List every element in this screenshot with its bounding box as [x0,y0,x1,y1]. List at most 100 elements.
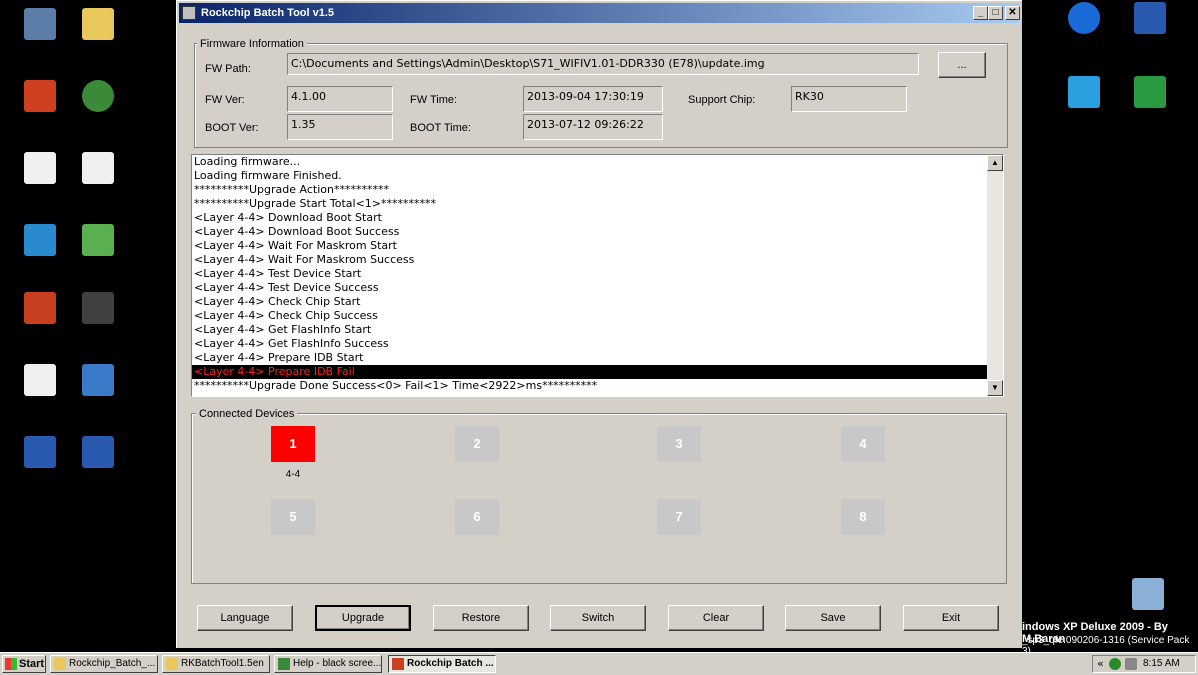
tray-expand-chevron[interactable]: « [1097,657,1104,670]
desktop-icon-label: gta_sa [58,186,95,199]
system-tray: « 8:15 AM [1092,655,1196,673]
folder-icon [54,658,66,670]
upgrade-button[interactable]: Upgrade [315,605,411,631]
scroll-down-arrow-icon[interactable]: ▼ [987,380,1003,396]
taskbar-task[interactable]: Rockchip_Batch_... [50,655,158,673]
firmware-info-label: Firmware Information [197,38,307,50]
minimize-button[interactable]: _ [973,6,988,20]
desktop-icon-label: Frozen Throne [58,326,136,339]
file-icon [82,436,114,468]
log-line[interactable]: <Layer 4-4> Get FlashInfo Start [192,323,1003,337]
language-button[interactable]: Language [197,605,293,631]
clear-button[interactable]: Clear [668,605,764,631]
defrag-icon [1068,76,1100,108]
log-line[interactable]: Loading firmware... [192,155,1003,169]
log-line[interactable]: <Layer 4-4> Test Device Start [192,267,1003,281]
device-slot-4[interactable]: 4 [841,426,885,462]
fw-time-label: FW Time: [410,94,458,106]
device-slot-6[interactable]: 6 [455,499,499,535]
log-line[interactable]: <Layer 4-4> Download Boot Success [192,225,1003,239]
chrome-icon [82,80,114,112]
desktop-icon-l11[interactable]: S71_WIFIV... (E78) [58,364,138,421]
title-bar[interactable]: Rockchip Batch Tool v1.5 _ □ ✕ [179,3,1020,23]
log-line[interactable]: Loading firmware Finished. [192,169,1003,183]
idm-icon [24,224,56,256]
device-slot-5[interactable]: 5 [271,499,315,535]
fw-ver-field: 4.1.00 [287,86,393,112]
file-icon [24,436,56,468]
clock[interactable]: 8:15 AM [1143,658,1180,669]
desktop-icon-label: My Documents [66,42,130,66]
taskbar-task-label: Rockchip Batch ... [407,658,494,669]
desktop-icon-label: IObit Malware Fighter [1112,110,1188,134]
desktop-icon-r1[interactable]: www [1110,2,1190,48]
desktop-icon-l7[interactable]: Start BlueStacks [58,224,138,281]
desktop-icon-l3[interactable]: Google Chrome [58,80,138,137]
log-line[interactable]: <Layer 4-4> Prepare IDB Fail [192,365,1003,379]
shield-icon[interactable] [1109,658,1121,670]
fw-path-label: FW Path: [205,63,251,75]
device-port-label: 4-4 [285,469,301,480]
fw-ver-label: FW Ver: [205,94,245,106]
exit-button[interactable]: Exit [903,605,999,631]
windows-flag-icon [5,658,17,670]
document-icon [24,364,56,396]
device-slot-3[interactable]: 3 [657,426,701,462]
close-button[interactable]: ✕ [1005,6,1020,20]
window-icon [82,152,114,184]
bluestacks-icon [82,224,114,256]
desktop-icon-r4[interactable]: Recycle Bin [1108,578,1188,624]
taskbar-task[interactable]: RKBatchTool1.5en [162,655,270,673]
maximize-button[interactable]: □ [988,6,1003,20]
save-button[interactable]: Save [785,605,881,631]
malware-fighter-icon [1134,76,1166,108]
app-icon [182,6,196,20]
app-icon [392,658,404,670]
device-slot-7[interactable]: 7 [657,499,701,535]
log-line[interactable]: **********Upgrade Done Success<0> Fail<1… [192,379,1003,393]
log-line[interactable]: <Layer 4-4> Check Chip Start [192,295,1003,309]
switch-button[interactable]: Switch [550,605,646,631]
device-slot-8[interactable]: 8 [841,499,885,535]
file-icon [1134,2,1166,34]
folder-icon [166,658,178,670]
log-scrollbar[interactable]: ▲ ▼ [987,155,1003,396]
log-line[interactable]: <Layer 4-4> Prepare IDB Start [192,351,1003,365]
taskbar-task-label: Help - black scree... [293,658,382,669]
scroll-up-arrow-icon[interactable]: ▲ [987,155,1003,171]
desktop-icon-l5[interactable]: gta_sa [58,152,138,198]
desktop-icon-label: 1 [0,398,7,411]
log-line[interactable]: <Layer 4-4> Wait For Maskrom Start [192,239,1003,253]
archive-icon [82,364,114,396]
log-line[interactable]: <Layer 4-4> Test Device Success [192,281,1003,295]
log-line[interactable]: <Layer 4-4> Download Boot Start [192,211,1003,225]
boot-time-label: BOOT Time: [410,122,471,134]
log-line[interactable]: **********Upgrade Start Total<1>********… [192,197,1003,211]
desktop-icon-l13[interactable]: Rockusb_v3.5 [58,436,138,482]
start-button[interactable]: Start [2,655,46,673]
device-slot-2[interactable]: 2 [455,426,499,462]
desktop-icon-label: Google Chrome [76,114,120,138]
support-chip-label: Support Chip: [688,94,756,106]
restore-button[interactable]: Restore [433,605,529,631]
log-line[interactable]: <Layer 4-4> Wait For Maskrom Success [192,253,1003,267]
desktop-icon-label: www [1110,36,1137,49]
log-output[interactable]: Loading firmware... Loading firmware Fini… [191,154,1004,397]
volume-icon[interactable] [1125,658,1137,670]
taskbar-task[interactable]: Rockchip Batch ... [388,655,496,673]
support-chip-field: RK30 [791,86,907,112]
log-line[interactable]: **********Upgrade Action********** [192,183,1003,197]
window-title: Rockchip Batch Tool v1.5 [201,7,335,19]
fw-path-field[interactable]: C:\Documents and Settings\Admin\Desktop\… [287,53,919,75]
log-line[interactable]: <Layer 4-4> Check Chip Success [192,309,1003,323]
app-icon [24,292,56,324]
taskbar-task[interactable]: Help - black scree... [274,655,382,673]
log-line[interactable]: <Layer 4-4> Get FlashInfo Success [192,337,1003,351]
desktop-icon-l9[interactable]: Frozen Throne [58,292,138,338]
device-slot-1[interactable]: 1 [271,426,315,462]
desktop-icon-label: Start BlueStacks [67,258,129,282]
desktop-icon-r3[interactable]: IObit Malware Fighter [1110,76,1190,133]
desktop-icon-l1[interactable]: My Documents [58,8,138,65]
window-icon [24,152,56,184]
browse-button[interactable]: ... [938,52,986,78]
